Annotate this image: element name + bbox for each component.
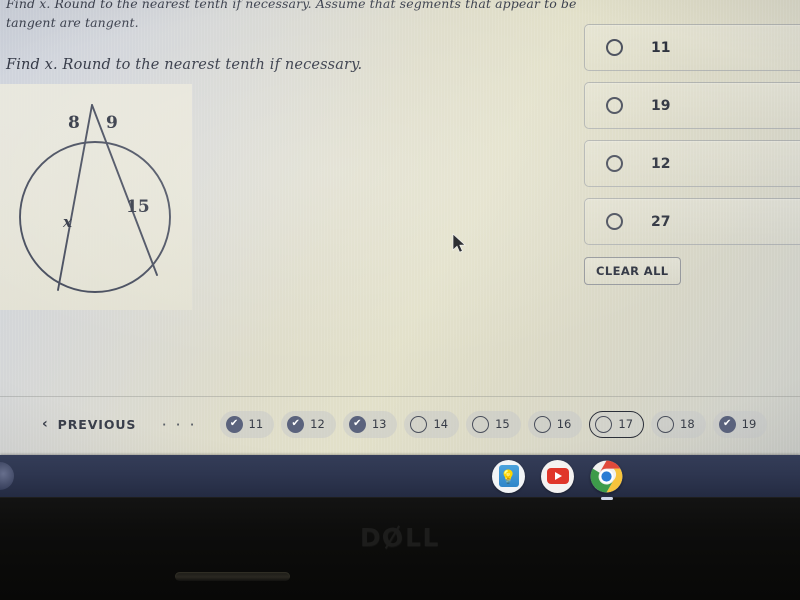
pager-chip-14[interactable]: 14 (404, 410, 460, 438)
pager-chip-list: ✔ 11 ✔ 12 ✔ 13 14 15 16 17 18 ✔ 19 (219, 410, 768, 438)
figure-label-9: 9 (106, 113, 118, 133)
pager-chip-number: 18 (680, 417, 695, 431)
chevron-left-icon: ‹ (42, 416, 49, 432)
pager-chip-number: 14 (433, 417, 449, 431)
answer-option-label: 27 (651, 213, 671, 230)
pager-chip-13[interactable]: ✔ 13 (342, 410, 398, 438)
geometry-figure: 8 9 15 x (19, 104, 171, 293)
youtube-play-icon (546, 468, 569, 484)
chrome-active-indicator (600, 497, 613, 500)
pager-ellipsis[interactable]: · · · (162, 417, 197, 432)
answer-option-label: 19 (651, 97, 671, 114)
circle-icon (472, 415, 490, 433)
answer-option-0[interactable]: 11 (584, 24, 800, 71)
check-icon: ✔ (225, 415, 243, 433)
circle-icon (595, 415, 613, 433)
circle-icon (533, 415, 551, 433)
pager-chip-15[interactable]: 15 (466, 410, 521, 438)
figure-label-8: 8 (68, 113, 80, 133)
dell-logo-suffix: LL (405, 523, 440, 552)
lightbulb-app-icon[interactable]: 💡 (492, 459, 525, 493)
pager-chip-number: 11 (248, 417, 264, 431)
figure-secant-right (91, 104, 158, 276)
pager-chip-12[interactable]: ✔ 12 (281, 410, 336, 438)
figure-label-x: x (62, 213, 73, 231)
pager-chip-number: 19 (741, 417, 757, 431)
pager-chip-number: 17 (618, 417, 634, 431)
pager-chip-number: 13 (371, 417, 387, 431)
radio-icon[interactable] (606, 213, 623, 230)
dell-brand-logo: DØLL (0, 520, 800, 555)
previous-button[interactable]: ‹ PREVIOUS (42, 416, 136, 432)
pager-chip-18[interactable]: 18 (651, 410, 706, 438)
radio-icon[interactable] (606, 97, 623, 114)
answer-option-label: 11 (651, 39, 671, 56)
radio-icon[interactable] (606, 155, 623, 172)
shelf-app-icons: 💡 (492, 459, 623, 500)
youtube-app-icon[interactable] (541, 459, 574, 493)
pager-chip-number: 15 (495, 417, 510, 431)
pager-chip-number: 12 (310, 417, 325, 431)
circle-icon (410, 415, 428, 433)
quiz-page: Find x. Round to the nearest tenth if ne… (0, 0, 800, 455)
pager-chip-number: 16 (556, 417, 572, 431)
pager-chip-16[interactable]: 16 (527, 410, 583, 438)
figure-circle (19, 141, 171, 293)
radio-icon[interactable] (606, 39, 623, 56)
pager-chip-11[interactable]: ✔ 11 (219, 410, 275, 438)
instruction-text: Find x. Round to the nearest tenth if ne… (6, 0, 577, 30)
screenshot-root: DØLL Find x. Round to the nearest tenth … (0, 0, 800, 600)
check-icon: ✔ (287, 415, 305, 433)
lightbulb-glyph: 💡 (498, 465, 519, 487)
dell-logo-o: Ø (379, 520, 409, 555)
clear-all-button[interactable]: CLEAR ALL (584, 257, 681, 285)
answer-option-3[interactable]: 27 (584, 198, 800, 245)
chrome-app-icon[interactable] (590, 460, 623, 500)
check-icon: ✔ (348, 415, 366, 433)
hinge-vent-slot (175, 572, 290, 581)
chromeos-shelf (0, 455, 800, 497)
pager-divider (0, 396, 800, 397)
mouse-cursor (452, 233, 466, 253)
pager-chip-19[interactable]: ✔ 19 (712, 410, 768, 438)
answer-option-2[interactable]: 12 (584, 140, 800, 187)
chrome-logo-icon (590, 460, 623, 492)
answer-option-label: 12 (651, 155, 671, 172)
figure-label-15: 15 (126, 197, 150, 217)
pager-chip-17-current[interactable]: 17 (589, 410, 645, 438)
question-pager: ‹ PREVIOUS · · · ✔ 11 ✔ 12 ✔ 13 14 15 16… (0, 409, 800, 439)
answer-options-list: 11 19 12 27 (584, 24, 800, 245)
check-icon: ✔ (718, 415, 736, 433)
circle-icon (657, 415, 675, 433)
previous-label: PREVIOUS (57, 416, 137, 432)
answer-option-1[interactable]: 19 (584, 82, 800, 129)
question-prompt: Find x. Round to the nearest tenth if ne… (6, 57, 363, 73)
